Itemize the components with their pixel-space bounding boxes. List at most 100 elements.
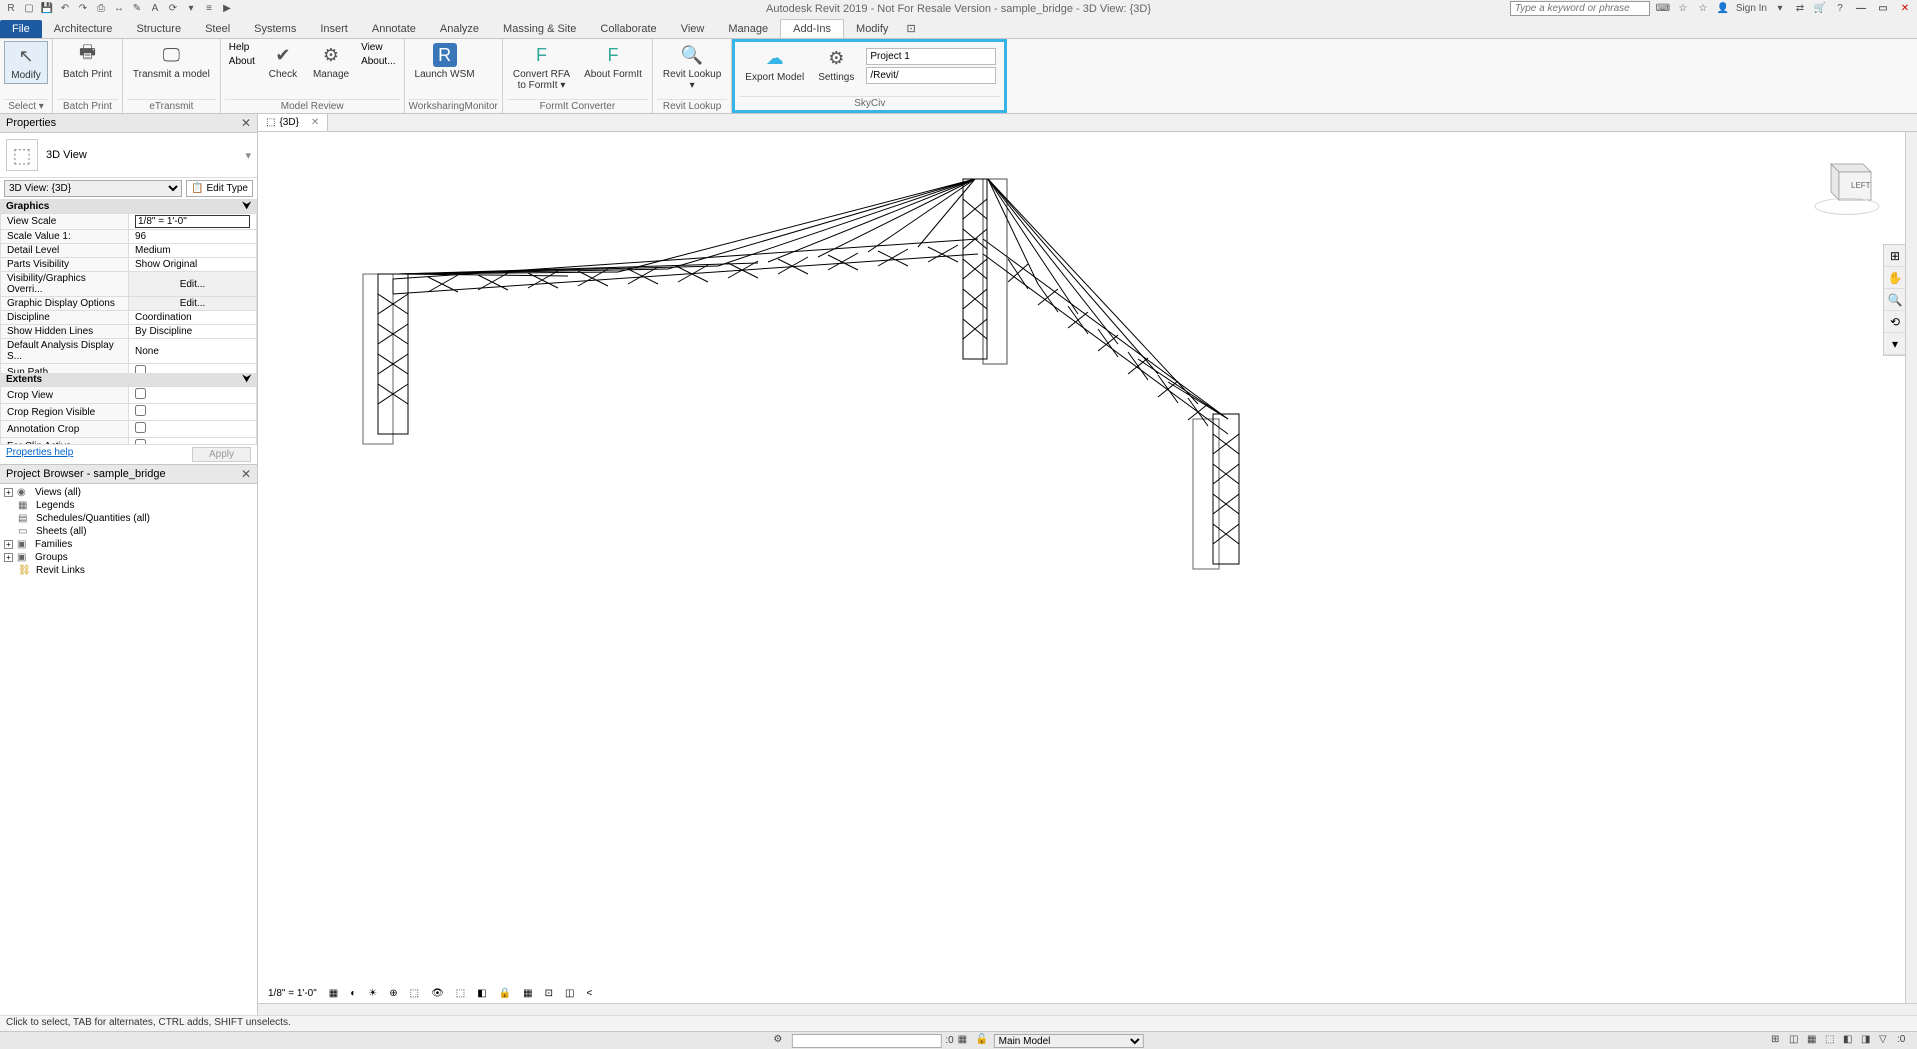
tab-massing[interactable]: Massing & Site [491, 20, 588, 38]
redo-icon[interactable]: ↷ [76, 2, 90, 16]
orbit-icon[interactable]: ⟲ [1884, 311, 1906, 333]
tab-expand[interactable]: ⊡ [900, 19, 921, 38]
tree-groups[interactable]: +▣Groups [4, 551, 253, 564]
fullnav-icon[interactable]: ⊞ [1884, 245, 1906, 267]
vc-icon-11[interactable]: ⊡ [541, 986, 557, 1001]
minimize-button[interactable]: — [1853, 2, 1869, 16]
play-icon[interactable]: ▶ [220, 2, 234, 16]
sb-icon-3[interactable]: ▦ [1807, 1034, 1821, 1048]
tab-steel[interactable]: Steel [193, 20, 242, 38]
cart-icon[interactable]: 🛒 [1813, 2, 1827, 16]
vc-icon-8[interactable]: ◧ [473, 986, 490, 1001]
export-model-button[interactable]: ☁ Export Model [739, 44, 810, 85]
tab-systems[interactable]: Systems [242, 20, 308, 38]
edit-type-button[interactable]: 📋 Edit Type [186, 180, 253, 197]
prop-view-scale-value[interactable] [135, 215, 250, 228]
vc-icon-7[interactable]: ⬚ [452, 986, 469, 1001]
vc-icon-9[interactable]: 🔒 [495, 986, 515, 1001]
keyboard-icon[interactable]: ⌨ [1656, 2, 1670, 16]
about-sm-button[interactable]: About... [357, 55, 399, 68]
sb-icon-6[interactable]: ◨ [1861, 1034, 1875, 1048]
launch-wsm-button[interactable]: R Launch WSM [409, 41, 481, 82]
prop-cropview-checkbox[interactable] [135, 388, 146, 399]
sb-icon-7[interactable]: ▽ [1879, 1034, 1893, 1048]
about-button[interactable]: About [225, 55, 259, 68]
tree-legends[interactable]: ▦Legends [4, 499, 253, 512]
view-tab-3d[interactable]: ⬚ {3D} ✕ [258, 114, 328, 131]
graphics-section[interactable]: Graphics⮟ [0, 200, 257, 213]
vc-icon-6[interactable]: 👁 [427, 986, 448, 1001]
expand-icon[interactable]: + [4, 540, 13, 549]
main-model-dropdown[interactable]: Main Model [994, 1034, 1144, 1048]
transmit-button[interactable]: 🖵 Transmit a model [127, 41, 216, 82]
vc-icon-3[interactable]: ☀ [364, 986, 381, 1001]
star-icon[interactable]: ☆ [1676, 2, 1690, 16]
open-icon[interactable]: ▢ [22, 2, 36, 16]
prop-hidden-value[interactable]: By Discipline [129, 325, 257, 339]
tree-families[interactable]: +▣Families [4, 538, 253, 551]
tab-close-icon[interactable]: ✕ [311, 117, 319, 128]
vc-icon-12[interactable]: ◫ [561, 986, 578, 1001]
sb-icon-8[interactable]: :0 [1897, 1034, 1911, 1048]
expand-icon[interactable]: + [4, 488, 13, 497]
project-name-input[interactable] [866, 48, 996, 65]
batch-print-button[interactable]: 🖶 Batch Print [57, 41, 118, 82]
more-nav-icon[interactable]: ▾ [1884, 333, 1906, 355]
sb-icon-2[interactable]: ◫ [1789, 1034, 1803, 1048]
zoom-icon[interactable]: 🔍 [1884, 289, 1906, 311]
tree-sheets[interactable]: ▭Sheets (all) [4, 525, 253, 538]
properties-help-link[interactable]: Properties help [6, 447, 73, 462]
help-icon[interactable]: ? [1833, 2, 1847, 16]
worksets-icon[interactable]: ▦ [958, 1034, 972, 1048]
instance-dropdown[interactable]: 3D View: {3D} [4, 180, 182, 197]
favorite-icon[interactable]: ☆ [1696, 2, 1710, 16]
tab-insert[interactable]: Insert [308, 20, 360, 38]
apply-button[interactable]: Apply [192, 447, 251, 462]
editable-icon[interactable]: 🔓 [976, 1034, 990, 1048]
tab-collaborate[interactable]: Collaborate [588, 20, 668, 38]
measure-icon[interactable]: ↔ [112, 2, 126, 16]
dimension-icon[interactable]: ✎ [130, 2, 144, 16]
extents-section[interactable]: Extents⮟ [0, 373, 257, 386]
expand-icon[interactable]: + [4, 553, 13, 562]
tab-annotate[interactable]: Annotate [360, 20, 428, 38]
vc-icon-4[interactable]: ⊕ [385, 986, 401, 1001]
viewcube[interactable]: LEFT [1807, 144, 1887, 224]
undo-icon[interactable]: ↶ [58, 2, 72, 16]
dropdown-icon[interactable]: ▾ [1773, 2, 1787, 16]
tree-views[interactable]: +◉Views (all) [4, 486, 253, 499]
tab-file[interactable]: File [0, 20, 42, 38]
save-icon[interactable]: 💾 [40, 2, 54, 16]
sync-icon[interactable]: ⟳ [166, 2, 180, 16]
canvas-area[interactable]: ⬚ {3D} ✕ [258, 114, 1917, 1015]
vc-icon-1[interactable]: ▦ [325, 986, 342, 1001]
tab-structure[interactable]: Structure [124, 20, 193, 38]
tab-architecture[interactable]: Architecture [42, 20, 125, 38]
revit-lookup-button[interactable]: 🔍 Revit Lookup▾ [657, 41, 727, 93]
signin-label[interactable]: Sign In [1736, 3, 1767, 14]
sb-icon-5[interactable]: ◧ [1843, 1034, 1857, 1048]
prop-annotcrop-checkbox[interactable] [135, 422, 146, 433]
search-input[interactable] [1510, 1, 1650, 16]
scrollbar-vertical[interactable] [1905, 132, 1917, 1003]
prop-vg-button[interactable]: Edit... [129, 272, 257, 297]
tab-addins[interactable]: Add-Ins [780, 19, 844, 38]
sb-icon-4[interactable]: ⬚ [1825, 1034, 1839, 1048]
type-selector-dropdown[interactable]: 3D View ▾ [46, 149, 251, 162]
prop-analysis-value[interactable]: None [129, 339, 257, 364]
scale-control[interactable]: 1/8" = 1'-0" [264, 986, 321, 1001]
browser-close-button[interactable]: ✕ [241, 467, 251, 481]
prop-discipline-value[interactable]: Coordination [129, 311, 257, 325]
more-icon[interactable]: ▾ [184, 2, 198, 16]
text-icon[interactable]: A [148, 2, 162, 16]
properties-close-button[interactable]: ✕ [241, 116, 251, 130]
vc-icon-2[interactable]: ◐ [346, 986, 360, 1001]
prop-detail-level-value[interactable]: Medium [129, 244, 257, 258]
manage-button[interactable]: ⚙ Manage [307, 41, 355, 82]
prop-cropregion-checkbox[interactable] [135, 405, 146, 416]
scrollbar-horizontal[interactable] [258, 1003, 1917, 1015]
prop-parts-vis-value[interactable]: Show Original [129, 258, 257, 272]
close-button[interactable]: ✕ [1897, 2, 1913, 16]
restore-button[interactable]: ▭ [1875, 2, 1891, 16]
vc-chevron[interactable]: < [582, 986, 596, 1001]
